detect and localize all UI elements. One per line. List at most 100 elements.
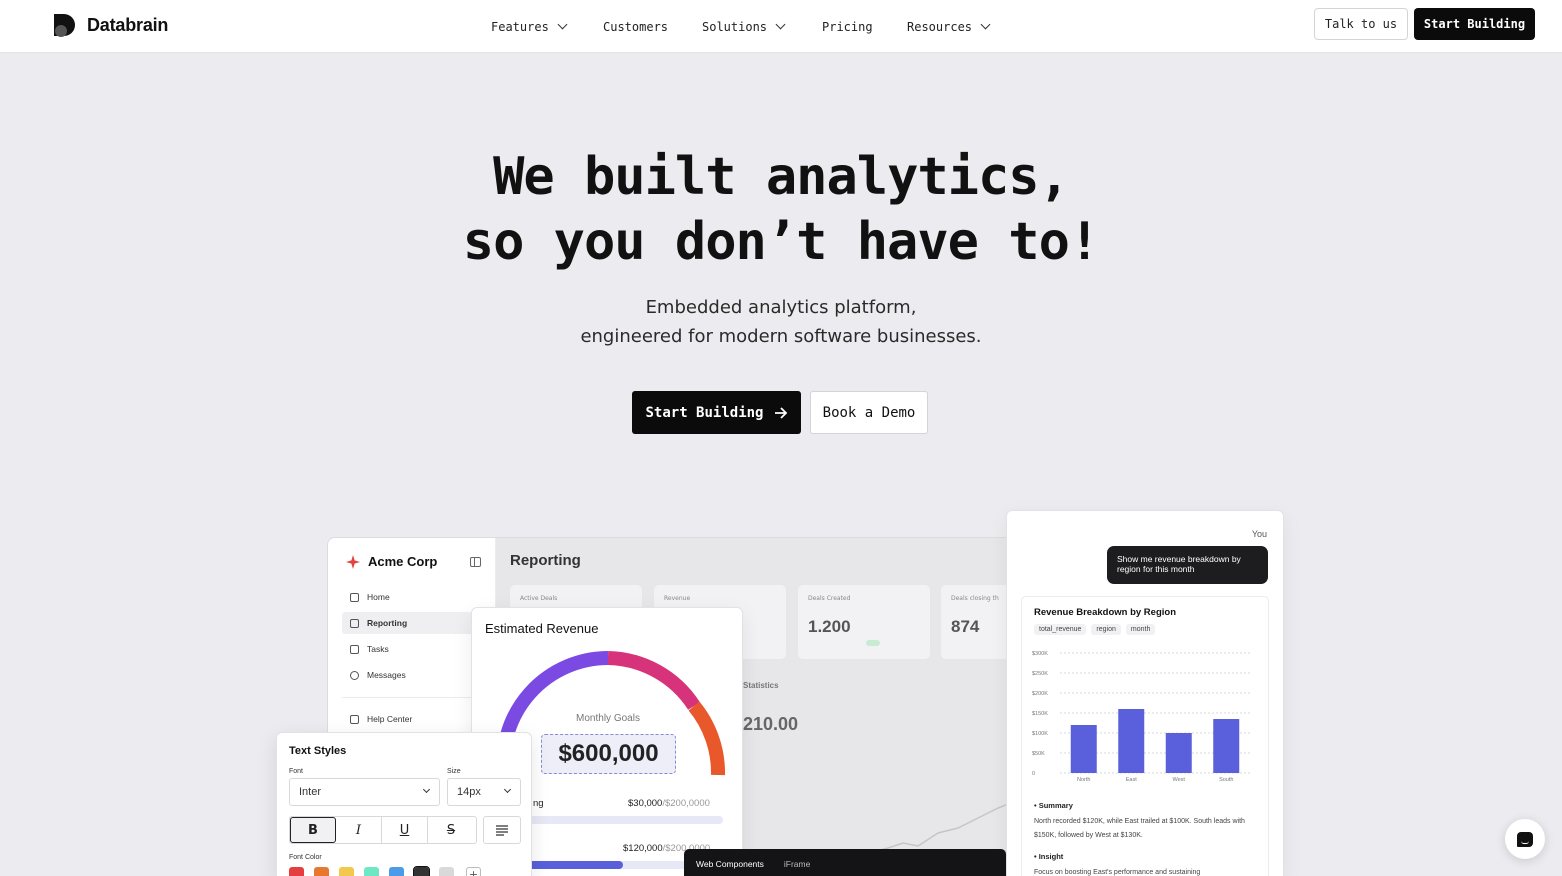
- nav-features[interactable]: Features: [491, 20, 603, 34]
- font-label: Font: [289, 768, 304, 775]
- chart-response-card: Revenue Breakdown by Region total_revenu…: [1021, 596, 1269, 876]
- y-tick-label: $100K: [1032, 731, 1048, 737]
- nav-pricing[interactable]: Pricing: [822, 20, 907, 34]
- sidebar-item-label: Reporting: [367, 618, 408, 628]
- sidebar-item-tasks[interactable]: Tasks: [342, 638, 482, 660]
- nav-customers-label: Customers: [603, 19, 669, 34]
- sidebar-item-reporting[interactable]: Reporting: [342, 612, 482, 634]
- hero-subtitle-line1: Embedded analytics platform,: [645, 297, 917, 318]
- color-swatch[interactable]: [413, 866, 430, 876]
- sparkle-icon: [346, 554, 360, 569]
- chevron-down-icon: [503, 785, 512, 794]
- help-icon: [350, 714, 359, 724]
- stat-label: Revenue: [664, 595, 691, 602]
- insight-heading: • Insight: [1034, 852, 1064, 861]
- size-label: Size: [447, 768, 461, 775]
- sidebar-toggle-icon[interactable]: [470, 557, 481, 567]
- sidebar-item-label: Messages: [367, 670, 406, 680]
- statistics-value: 210.00: [743, 714, 799, 734]
- tab-web-components[interactable]: Web Components: [696, 859, 764, 869]
- hero-subtitle: Embedded analytics platform, engineered …: [0, 293, 1562, 351]
- brand-logo[interactable]: Databrain: [52, 12, 168, 38]
- tab-iframe[interactable]: iFrame: [784, 859, 810, 869]
- ai-chat-panel: You Show me revenue breakdown by region …: [1006, 510, 1284, 876]
- strikethrough-button[interactable]: S: [428, 817, 474, 843]
- color-swatch[interactable]: [314, 867, 329, 876]
- x-tick-label: North: [1077, 777, 1090, 783]
- sidebar-item-help-center[interactable]: Help Center: [342, 708, 482, 730]
- bar-east: [1118, 709, 1145, 773]
- hero-subtitle-line2: engineered for modern software businesse…: [580, 326, 982, 347]
- talk-to-us-button[interactable]: Talk to us: [1314, 8, 1408, 40]
- revenue-bar-chart: $300K $250K $200K $150K $100K $50K 0 North East W…: [1032, 651, 1250, 783]
- bar-west: [1165, 733, 1192, 773]
- report-icon: [350, 618, 359, 628]
- nav-resources[interactable]: Resources: [907, 20, 1007, 34]
- chart-title: Revenue Breakdown by Region: [1034, 607, 1177, 618]
- chevron-down-icon: [422, 785, 431, 794]
- stat-label: Deals closing th: [951, 595, 999, 602]
- nav-solutions-label: Solutions: [702, 19, 768, 34]
- home-icon: [350, 592, 359, 602]
- goal-value: $600,000: [541, 734, 676, 774]
- align-button[interactable]: [483, 816, 521, 844]
- sidebar-divider: [342, 697, 472, 698]
- font-color-label: Font Color: [289, 854, 322, 861]
- summary-text: North recorded $120K, while East trailed…: [1034, 818, 1245, 839]
- y-tick-label: $200K: [1032, 691, 1048, 697]
- font-select-value: Inter: [299, 786, 322, 798]
- color-swatch[interactable]: [364, 867, 379, 876]
- color-swatch[interactable]: [389, 867, 404, 876]
- x-tick-label: East: [1126, 777, 1137, 783]
- chevron-down-icon: [557, 19, 568, 30]
- nav-menu: Features Customers Solutions Pricing Res…: [491, 0, 1007, 53]
- top-nav: Databrain Features Customers Solutions P…: [0, 0, 1562, 53]
- font-select[interactable]: Inter: [289, 778, 440, 806]
- insight-text: Focus on boosting East's performance and…: [1034, 869, 1201, 876]
- bar-north: [1070, 725, 1097, 773]
- nav-customers[interactable]: Customers: [603, 20, 702, 34]
- size-select-value: 14px: [457, 786, 481, 798]
- sidebar-item-label: Help Center: [367, 714, 413, 724]
- y-tick-label: 0: [1032, 771, 1035, 777]
- start-building-button[interactable]: Start Building: [632, 391, 801, 434]
- sidebar-item-messages[interactable]: Messages: [342, 664, 482, 686]
- add-color-button[interactable]: +: [466, 867, 481, 876]
- bar-south: [1213, 719, 1240, 773]
- bold-button[interactable]: B: [290, 817, 336, 843]
- align-left-icon: [496, 825, 508, 836]
- nav-pricing-label: Pricing: [822, 19, 873, 34]
- hero-title: We built analytics, so you don’t have to…: [0, 145, 1562, 275]
- stat-value: 874: [951, 617, 980, 636]
- nav-resources-label: Resources: [907, 19, 973, 34]
- color-swatch[interactable]: [339, 867, 354, 876]
- arrow-right-icon: [774, 406, 787, 419]
- chip: total_revenue: [1034, 624, 1087, 635]
- brand-name: Databrain: [87, 14, 169, 35]
- sidebar-item-home[interactable]: Home: [342, 586, 482, 608]
- format-toolbar: B I U S: [289, 816, 477, 844]
- company-header: Acme Corp: [346, 554, 437, 569]
- color-swatch[interactable]: [439, 867, 454, 876]
- progress-current: $120,000: [623, 843, 663, 854]
- text-styles-panel: Text Styles Font Size Inter 14px B I U S…: [276, 732, 532, 876]
- italic-button[interactable]: I: [336, 817, 382, 843]
- progress-current: $30,000: [628, 798, 663, 809]
- y-tick-label: $300K: [1032, 651, 1048, 657]
- chevron-down-icon: [980, 19, 991, 30]
- sidebar-item-label: Tasks: [367, 644, 389, 654]
- x-tick-label: South: [1219, 777, 1233, 783]
- nav-solutions[interactable]: Solutions: [702, 20, 822, 34]
- underline-button[interactable]: U: [382, 817, 428, 843]
- progress-total: /$200,0000: [662, 798, 710, 809]
- book-demo-button[interactable]: Book a Demo: [810, 391, 928, 434]
- color-swatch[interactable]: [289, 867, 304, 876]
- insight-heading-text: Insight: [1038, 852, 1064, 861]
- stat-label: Deals Created: [808, 595, 851, 602]
- chat-launcher-button[interactable]: [1505, 819, 1545, 859]
- nav-features-label: Features: [491, 19, 549, 34]
- user-label: You: [1251, 529, 1267, 539]
- user-message: Show me revenue breakdown by region for …: [1107, 546, 1268, 584]
- start-building-nav-button[interactable]: Start Building: [1414, 8, 1535, 40]
- size-select[interactable]: 14px: [447, 778, 521, 806]
